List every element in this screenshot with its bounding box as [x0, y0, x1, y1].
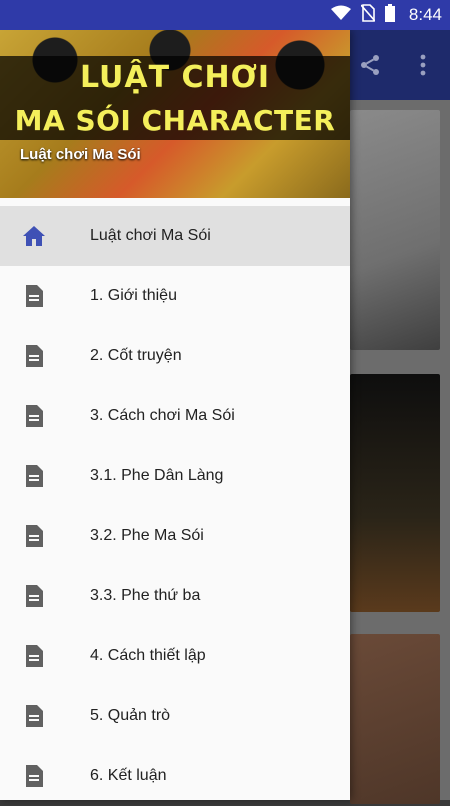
menu-item-label: 1. Giới thiệu — [90, 287, 177, 304]
status-icons: 8:44 — [330, 0, 442, 30]
menu-item-cot-truyen[interactable]: 2. Cốt truyện — [0, 326, 350, 386]
document-icon — [22, 404, 46, 428]
document-icon — [22, 644, 46, 668]
drawer-header: LUẬT CHƠI MA SÓI CHARACTER Luật chơi Ma … — [0, 30, 350, 198]
menu-item-label: 3. Cách chơi Ma Sói — [90, 407, 235, 424]
document-icon — [22, 704, 46, 728]
menu-item-label: 5. Quản trò — [90, 707, 171, 724]
menu-item-quan-tro[interactable]: 5. Quản trò — [0, 686, 350, 746]
banner-title-line2: MA SÓI CHARACTER — [14, 104, 336, 137]
document-icon — [22, 464, 46, 488]
content-card-image[interactable] — [350, 110, 440, 350]
document-icon — [22, 284, 46, 308]
menu-item-cach-thiet-lap[interactable]: 4. Cách thiết lập — [0, 626, 350, 686]
menu-item-phe-thu-ba[interactable]: 3.3. Phe thứ ba — [0, 566, 350, 626]
menu-item-phe-dan-lang[interactable]: 3.1. Phe Dân Làng — [0, 446, 350, 506]
document-icon — [22, 344, 46, 368]
document-icon — [22, 584, 46, 608]
drawer-header-title: Luật chơi Ma Sói — [20, 146, 141, 163]
menu-item-phe-ma-soi[interactable]: 3.2. Phe Ma Sói — [0, 506, 350, 566]
menu-item-ket-luan[interactable]: 6. Kết luận — [0, 746, 350, 806]
status-bar: 8:44 — [0, 0, 450, 30]
menu-item-label: 3.1. Phe Dân Làng — [90, 467, 224, 484]
overflow-menu-icon[interactable] — [408, 50, 438, 80]
no-sim-icon — [360, 3, 376, 27]
menu-item-home[interactable]: Luật chơi Ma Sói — [0, 206, 350, 266]
navigation-drawer: LUẬT CHƠI MA SÓI CHARACTER Luật chơi Ma … — [0, 30, 350, 800]
wifi-icon — [330, 5, 351, 26]
menu-item-label: 3.3. Phe thứ ba — [90, 587, 201, 604]
status-time: 8:44 — [408, 5, 442, 24]
banner-title-line1: LUẬT CHƠI — [79, 60, 271, 95]
content-card-image[interactable] — [350, 634, 440, 804]
menu-item-label: 2. Cốt truyện — [90, 347, 182, 364]
menu-item-label: Luật chơi Ma Sói — [90, 227, 211, 244]
menu-item-label: 4. Cách thiết lập — [90, 647, 206, 664]
battery-icon — [384, 3, 395, 27]
drawer-menu: Luật chơi Ma Sói 1. Giới thiệu 2. Cốt tr… — [0, 198, 350, 806]
menu-item-gioi-thieu[interactable]: 1. Giới thiệu — [0, 266, 350, 326]
home-icon — [22, 224, 46, 248]
content-card-image[interactable] — [350, 374, 440, 612]
document-icon — [22, 524, 46, 548]
document-icon — [22, 764, 46, 788]
menu-item-cach-choi[interactable]: 3. Cách chơi Ma Sói — [0, 386, 350, 446]
share-icon[interactable] — [355, 50, 385, 80]
menu-item-label: 3.2. Phe Ma Sói — [90, 527, 204, 544]
menu-item-label: 6. Kết luận — [90, 767, 167, 784]
